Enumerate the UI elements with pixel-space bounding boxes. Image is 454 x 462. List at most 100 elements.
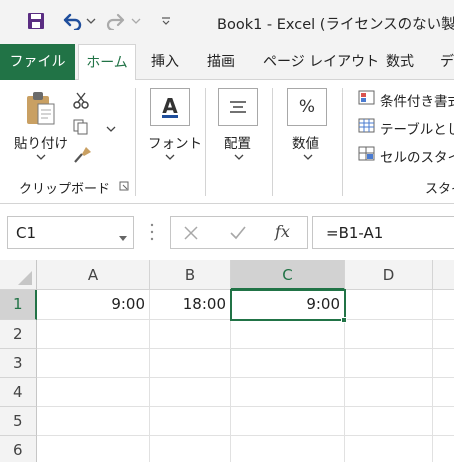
formula-input[interactable]: =B1-A1: [312, 216, 454, 249]
font-dropdown-icon[interactable]: [165, 152, 175, 163]
alignment-button[interactable]: [218, 88, 258, 126]
tab-page-layout[interactable]: ページ レイアウト: [263, 44, 379, 80]
row-header-5[interactable]: 5: [0, 407, 37, 436]
group-separator: [205, 88, 206, 196]
cell-c3[interactable]: [231, 349, 345, 378]
cell-b5[interactable]: [150, 407, 231, 436]
formula-value: =B1-A1: [326, 224, 384, 242]
paste-label[interactable]: 貼り付け: [14, 132, 68, 152]
formula-bar: C1 fx =B1-A1: [0, 204, 454, 258]
customize-qat-icon[interactable]: [158, 10, 174, 32]
undo-dropdown-icon[interactable]: [85, 10, 97, 32]
tab-formulas[interactable]: 数式: [386, 44, 414, 80]
copy-dropdown-icon[interactable]: [106, 124, 116, 135]
cell-a3[interactable]: [37, 349, 150, 378]
window-title: Book1 - Excel (ライセンスのない製品: [217, 17, 454, 33]
cell-e2[interactable]: [433, 320, 454, 349]
save-icon[interactable]: [24, 10, 48, 32]
cell-d3[interactable]: [345, 349, 433, 378]
row-header-3[interactable]: 3: [0, 349, 37, 378]
cell-d1[interactable]: [345, 290, 433, 320]
cell-c4[interactable]: [231, 378, 345, 407]
cell-d2[interactable]: [345, 320, 433, 349]
column-header-c[interactable]: C: [231, 260, 345, 290]
cell-a2[interactable]: [37, 320, 150, 349]
cell-e5[interactable]: [433, 407, 454, 436]
name-box[interactable]: C1: [7, 216, 134, 249]
cell-b3[interactable]: [150, 349, 231, 378]
row-header-6[interactable]: 6: [0, 436, 37, 462]
cell-a6[interactable]: [37, 436, 150, 462]
font-label[interactable]: フォント: [148, 132, 202, 152]
cell-d4[interactable]: [345, 378, 433, 407]
cell-b4[interactable]: [150, 378, 231, 407]
cell-c2[interactable]: [231, 320, 345, 349]
cell-a5[interactable]: [37, 407, 150, 436]
name-box-dropdown-icon[interactable]: [119, 230, 127, 245]
select-all-corner[interactable]: [0, 260, 37, 290]
format-as-table-icon[interactable]: [358, 118, 376, 138]
cell-c6[interactable]: [231, 436, 345, 462]
conditional-formatting-label[interactable]: 条件付き書式: [380, 90, 454, 110]
clipboard-group-label: クリップボード: [19, 182, 111, 197]
clipboard-launcher-icon[interactable]: [119, 180, 129, 195]
undo-icon[interactable]: [60, 10, 84, 32]
tab-home[interactable]: ホーム: [78, 44, 136, 81]
cell-e4[interactable]: [433, 378, 454, 407]
cell-a4[interactable]: [37, 378, 150, 407]
font-button[interactable]: A: [150, 88, 190, 126]
row-header-2[interactable]: 2: [0, 320, 37, 349]
paste-icon[interactable]: [24, 90, 56, 132]
format-as-table-label[interactable]: テーブルとして: [380, 118, 454, 138]
formula-bar-grip-icon[interactable]: [150, 222, 154, 246]
align-icon: [230, 101, 246, 113]
cell-a1[interactable]: 9:00: [37, 290, 150, 320]
group-separator: [342, 88, 343, 196]
cell-c5[interactable]: [231, 407, 345, 436]
worksheet-grid: A B C D 1 2 3 4 5 6 9:00 18:00 9:00: [0, 258, 454, 462]
cell-d6[interactable]: [345, 436, 433, 462]
tab-draw[interactable]: 描画: [207, 44, 235, 80]
enter-icon[interactable]: [229, 225, 247, 245]
cell-b2[interactable]: [150, 320, 231, 349]
cell-e1[interactable]: [433, 290, 454, 320]
group-separator: [272, 88, 273, 196]
fill-handle[interactable]: [341, 317, 347, 323]
paste-dropdown-icon[interactable]: [36, 152, 46, 163]
cut-icon[interactable]: [72, 92, 90, 114]
redo-dropdown-icon[interactable]: [130, 10, 142, 32]
column-header-a[interactable]: A: [37, 260, 150, 290]
tab-data[interactable]: デ: [440, 44, 454, 80]
cell-d5[interactable]: [345, 407, 433, 436]
copy-icon[interactable]: [72, 118, 90, 140]
cell-styles-icon[interactable]: [358, 146, 376, 166]
cell-e6[interactable]: [433, 436, 454, 462]
ribbon-tabs: ファイル ホーム 挿入 描画 ページ レイアウト 数式 デ: [0, 44, 454, 81]
number-button[interactable]: %: [287, 88, 327, 126]
row-header-1[interactable]: 1: [0, 290, 37, 320]
percent-icon: %: [298, 97, 316, 117]
insert-function-icon[interactable]: fx: [275, 222, 290, 241]
redo-icon[interactable]: [104, 10, 128, 32]
cancel-icon[interactable]: [183, 225, 199, 245]
format-painter-icon[interactable]: [72, 146, 92, 168]
cell-e3[interactable]: [433, 349, 454, 378]
column-header-e[interactable]: [433, 260, 454, 290]
formula-buttons: fx: [170, 216, 308, 249]
cell-c1[interactable]: 9:00: [231, 290, 345, 320]
column-header-d[interactable]: D: [345, 260, 433, 290]
number-dropdown-icon[interactable]: [303, 152, 313, 163]
alignment-label[interactable]: 配置: [224, 132, 251, 152]
cell-b1[interactable]: 18:00: [150, 290, 231, 320]
number-label[interactable]: 数値: [292, 132, 319, 152]
conditional-formatting-icon[interactable]: [358, 90, 376, 110]
cell-styles-label[interactable]: セルのスタイル: [380, 146, 454, 166]
row-header-4[interactable]: 4: [0, 378, 37, 407]
tab-file[interactable]: ファイル: [0, 44, 75, 80]
name-box-value: C1: [16, 224, 37, 242]
column-header-b[interactable]: B: [150, 260, 231, 290]
cell-b6[interactable]: [150, 436, 231, 462]
styles-group-label: スタイ: [425, 182, 454, 197]
tab-insert[interactable]: 挿入: [151, 44, 179, 80]
alignment-dropdown-icon[interactable]: [234, 152, 244, 163]
